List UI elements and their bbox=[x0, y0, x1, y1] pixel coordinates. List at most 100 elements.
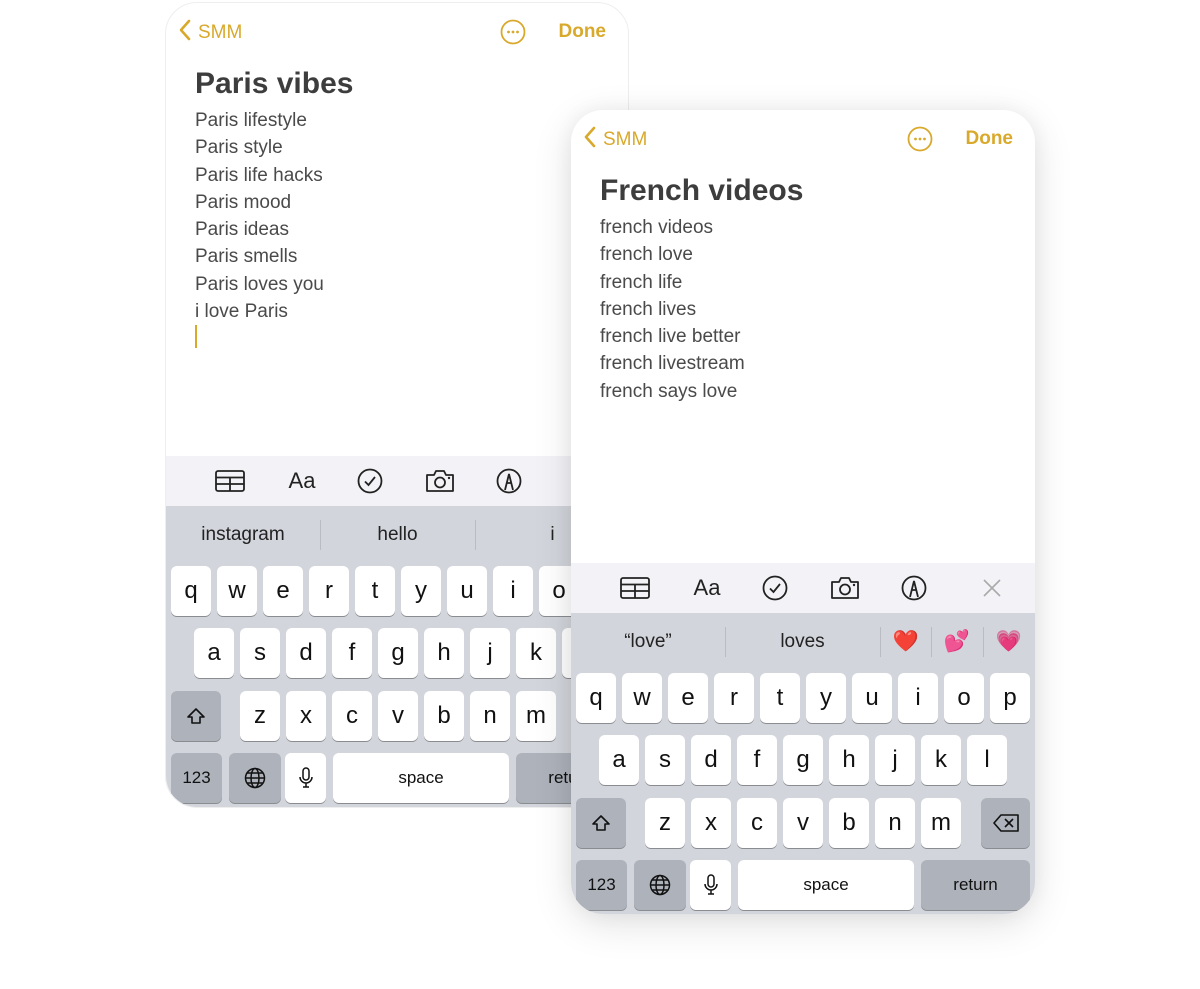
key-h[interactable]: h bbox=[424, 628, 464, 678]
key-i[interactable]: i bbox=[898, 673, 938, 723]
key-s[interactable]: s bbox=[645, 735, 685, 785]
key-e[interactable]: e bbox=[263, 566, 303, 616]
key-k[interactable]: k bbox=[516, 628, 556, 678]
key-j[interactable]: j bbox=[470, 628, 510, 678]
note-line: Paris mood bbox=[195, 191, 292, 213]
markup-pen-icon[interactable] bbox=[494, 468, 524, 494]
key-m[interactable]: m bbox=[921, 798, 961, 848]
camera-icon[interactable] bbox=[830, 575, 860, 601]
chevron-left-icon bbox=[178, 19, 192, 47]
numbers-key[interactable]: 123 bbox=[171, 753, 222, 803]
key-l[interactable]: l bbox=[967, 735, 1007, 785]
note-line: Paris life hacks bbox=[195, 164, 323, 186]
dictation-key[interactable] bbox=[285, 753, 326, 803]
note-line: Paris ideas bbox=[195, 219, 289, 241]
delete-key[interactable] bbox=[981, 798, 1030, 848]
emoji-suggestion[interactable]: 💕 bbox=[931, 613, 983, 671]
key-m[interactable]: m bbox=[516, 691, 556, 741]
key-x[interactable]: x bbox=[691, 798, 731, 848]
back-button[interactable]: SMM bbox=[178, 19, 242, 47]
note-title[interactable]: French videos bbox=[600, 174, 803, 208]
note-line: french life bbox=[600, 271, 683, 293]
markup-pen-icon[interactable] bbox=[899, 575, 929, 601]
key-c[interactable]: c bbox=[332, 691, 372, 741]
key-a[interactable]: a bbox=[194, 628, 234, 678]
key-d[interactable]: d bbox=[286, 628, 326, 678]
table-icon[interactable] bbox=[620, 575, 650, 601]
key-p[interactable]: p bbox=[990, 673, 1030, 723]
key-u[interactable]: u bbox=[447, 566, 487, 616]
checklist-icon[interactable] bbox=[355, 468, 385, 494]
key-t[interactable]: t bbox=[760, 673, 800, 723]
suggestion-item[interactable]: instagram bbox=[166, 506, 320, 564]
emoji-suggestion[interactable]: 💗 bbox=[983, 613, 1035, 671]
key-n[interactable]: n bbox=[875, 798, 915, 848]
key-b[interactable]: b bbox=[424, 691, 464, 741]
key-r[interactable]: r bbox=[714, 673, 754, 723]
text-format-icon[interactable]: Aa bbox=[692, 575, 722, 601]
key-g[interactable]: g bbox=[378, 628, 418, 678]
globe-key[interactable] bbox=[634, 860, 686, 910]
numbers-key[interactable]: 123 bbox=[576, 860, 627, 910]
key-v[interactable]: v bbox=[378, 691, 418, 741]
key-k[interactable]: k bbox=[921, 735, 961, 785]
notes-phone-paris: SMM Done Paris vibes Paris lifestyle Paris s… bbox=[165, 2, 629, 808]
key-z[interactable]: z bbox=[645, 798, 685, 848]
key-w[interactable]: w bbox=[622, 673, 662, 723]
key-w[interactable]: w bbox=[217, 566, 257, 616]
suggestion-item[interactable]: “love” bbox=[571, 613, 725, 671]
key-z[interactable]: z bbox=[240, 691, 280, 741]
key-n[interactable]: n bbox=[470, 691, 510, 741]
space-key[interactable]: space bbox=[738, 860, 914, 910]
key-y[interactable]: y bbox=[806, 673, 846, 723]
key-e[interactable]: e bbox=[668, 673, 708, 723]
key-a[interactable]: a bbox=[599, 735, 639, 785]
shift-key[interactable] bbox=[171, 691, 221, 741]
nav-bar: SMM Done bbox=[583, 124, 1013, 154]
text-format-icon[interactable]: Aa bbox=[287, 468, 317, 494]
camera-icon[interactable] bbox=[425, 468, 455, 494]
key-i[interactable]: i bbox=[493, 566, 533, 616]
text-cursor bbox=[195, 325, 197, 348]
key-h[interactable]: h bbox=[829, 735, 869, 785]
keyboard: instagramhelloiqwertyuiopasdfghjklzxcvbn… bbox=[166, 506, 628, 807]
key-x[interactable]: x bbox=[286, 691, 326, 741]
key-c[interactable]: c bbox=[737, 798, 777, 848]
key-f[interactable]: f bbox=[737, 735, 777, 785]
emoji-suggestion[interactable]: ❤️ bbox=[880, 613, 932, 671]
checklist-icon[interactable] bbox=[760, 575, 790, 601]
key-f[interactable]: f bbox=[332, 628, 372, 678]
back-label: SMM bbox=[198, 22, 243, 43]
done-button[interactable]: Done bbox=[966, 128, 1014, 150]
suggestion-item[interactable]: hello bbox=[320, 506, 475, 564]
key-j[interactable]: j bbox=[875, 735, 915, 785]
keyboard: “love” loves ❤️ 💕 💗 q w e r t y u i o p a s d f g h j k l z x c v b n… bbox=[571, 613, 1035, 914]
close-icon[interactable] bbox=[977, 575, 1007, 601]
space-key[interactable]: space bbox=[333, 753, 509, 803]
note-body[interactable]: Paris lifestyle Paris style Paris life hac… bbox=[195, 107, 324, 325]
suggestion-item[interactable]: loves bbox=[725, 613, 880, 671]
key-q[interactable]: q bbox=[171, 566, 211, 616]
back-button[interactable]: SMM bbox=[583, 126, 647, 154]
key-s[interactable]: s bbox=[240, 628, 280, 678]
table-icon[interactable] bbox=[215, 468, 245, 494]
shift-key[interactable] bbox=[576, 798, 626, 848]
key-t[interactable]: t bbox=[355, 566, 395, 616]
return-key[interactable]: return bbox=[921, 860, 1030, 910]
key-r[interactable]: r bbox=[309, 566, 349, 616]
done-button[interactable]: Done bbox=[559, 21, 607, 43]
key-g[interactable]: g bbox=[783, 735, 823, 785]
note-line: french live better bbox=[600, 326, 741, 348]
key-y[interactable]: y bbox=[401, 566, 441, 616]
back-label: SMM bbox=[603, 129, 648, 150]
note-body[interactable]: french videos french love french life frenc… bbox=[600, 214, 745, 405]
note-title[interactable]: Paris vibes bbox=[195, 67, 353, 101]
key-o[interactable]: o bbox=[944, 673, 984, 723]
key-q[interactable]: q bbox=[576, 673, 616, 723]
key-v[interactable]: v bbox=[783, 798, 823, 848]
key-d[interactable]: d bbox=[691, 735, 731, 785]
globe-key[interactable] bbox=[229, 753, 281, 803]
key-u[interactable]: u bbox=[852, 673, 892, 723]
dictation-key[interactable] bbox=[690, 860, 731, 910]
key-b[interactable]: b bbox=[829, 798, 869, 848]
